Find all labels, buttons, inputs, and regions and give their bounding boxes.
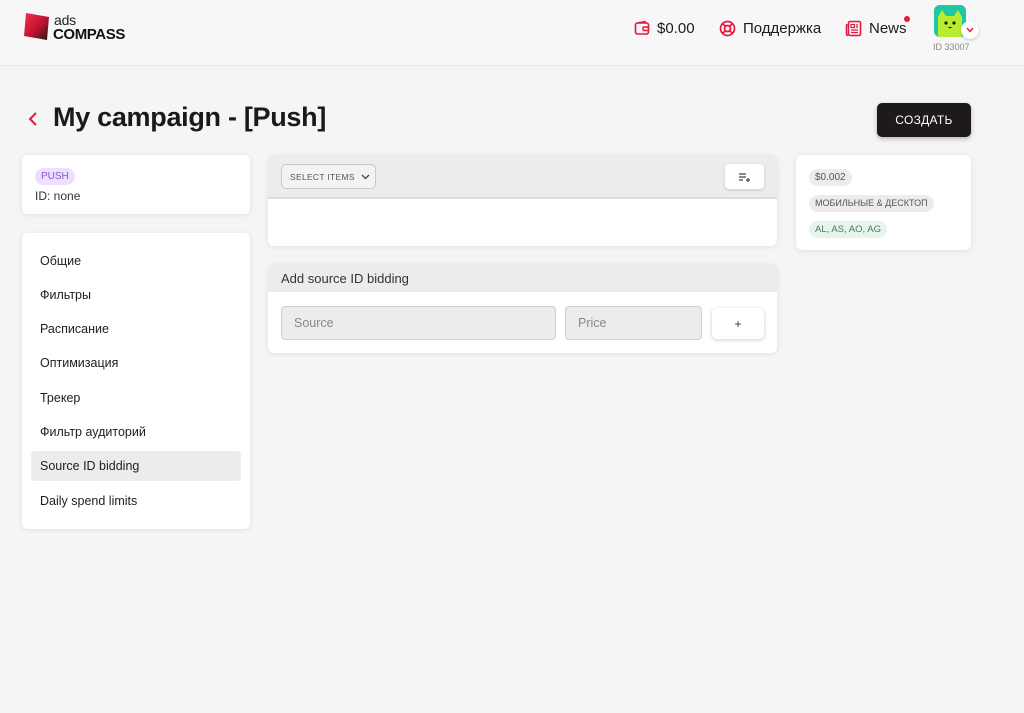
balance-amount: $0.00	[657, 19, 695, 37]
create-button[interactable]: СОЗДАТЬ	[877, 103, 971, 137]
menu-item-tracker[interactable]: Трекер	[31, 383, 241, 413]
campaign-id: ID: none	[35, 189, 81, 203]
select-items-dropdown[interactable]: SELECT ITEMS	[281, 164, 376, 189]
support-label: Поддержка	[743, 19, 822, 37]
campaign-type-card: PUSH ID: none	[22, 155, 250, 214]
price-badge: $0.002	[809, 169, 852, 186]
chevron-down-icon	[966, 27, 974, 33]
page-title: My campaign - [Push]	[53, 102, 327, 132]
user-id: ID 33007	[933, 42, 970, 52]
menu-item-schedule[interactable]: Расписание	[31, 314, 241, 344]
settings-menu: Общие Фильтры Расписание Оптимизация Тре…	[22, 233, 250, 529]
add-source-bidding-title: Add source ID bidding	[268, 264, 777, 292]
newspaper-icon	[845, 20, 862, 36]
news-unread-dot	[904, 16, 910, 22]
select-items-label: SELECT ITEMS	[290, 171, 355, 182]
geo-badge: AL, AS, AO, AG	[809, 221, 888, 238]
lifebuoy-icon	[719, 20, 736, 36]
logo-mark-icon	[24, 13, 49, 40]
menu-item-general[interactable]: Общие	[31, 246, 241, 276]
news-label: News	[869, 19, 907, 37]
chevron-left-icon	[28, 112, 37, 126]
add-bid-button[interactable]: +	[712, 308, 764, 339]
back-button[interactable]	[26, 109, 40, 129]
top-header: ads COMPASS $0.00 Поддержка News ID 3300…	[0, 0, 1024, 66]
logo-compass-text: COMPASS	[53, 26, 125, 43]
menu-item-audience-filter[interactable]: Фильтр аудиторий	[31, 417, 241, 447]
source-input[interactable]: Source	[281, 306, 556, 340]
news-link[interactable]: News	[845, 16, 910, 40]
adscompass-logo[interactable]: ads COMPASS	[22, 11, 132, 45]
price-input[interactable]: Price	[565, 306, 702, 340]
columns-list-icon	[739, 172, 750, 182]
chevron-down-icon	[361, 174, 370, 179]
wallet-icon	[634, 20, 650, 35]
menu-item-optimization[interactable]: Оптимизация	[31, 348, 241, 378]
bidding-table: SELECT ITEMS	[268, 155, 777, 246]
account-dropdown-button[interactable]	[961, 21, 979, 39]
columns-settings-button[interactable]	[725, 164, 764, 189]
add-source-bidding-card: Add source ID bidding Source Price +	[268, 264, 777, 353]
campaign-type-badge: PUSH	[35, 168, 75, 185]
menu-item-daily-spend-limits[interactable]: Daily spend limits	[31, 486, 241, 516]
logo-ads-text: ads	[54, 12, 76, 28]
campaign-summary-card: $0.002 МОБИЛЬНЫЕ & ДЕСКТОП AL, AS, AO, A…	[796, 155, 971, 250]
balance-link[interactable]: $0.00	[634, 16, 695, 40]
support-link[interactable]: Поддержка	[719, 16, 821, 40]
menu-item-filters[interactable]: Фильтры	[31, 280, 241, 310]
menu-item-source-id-bidding[interactable]: Source ID bidding	[31, 451, 241, 481]
table-toolbar: SELECT ITEMS	[268, 155, 777, 199]
device-badge: МОБИЛЬНЫЕ & ДЕСКТОП	[809, 195, 934, 212]
